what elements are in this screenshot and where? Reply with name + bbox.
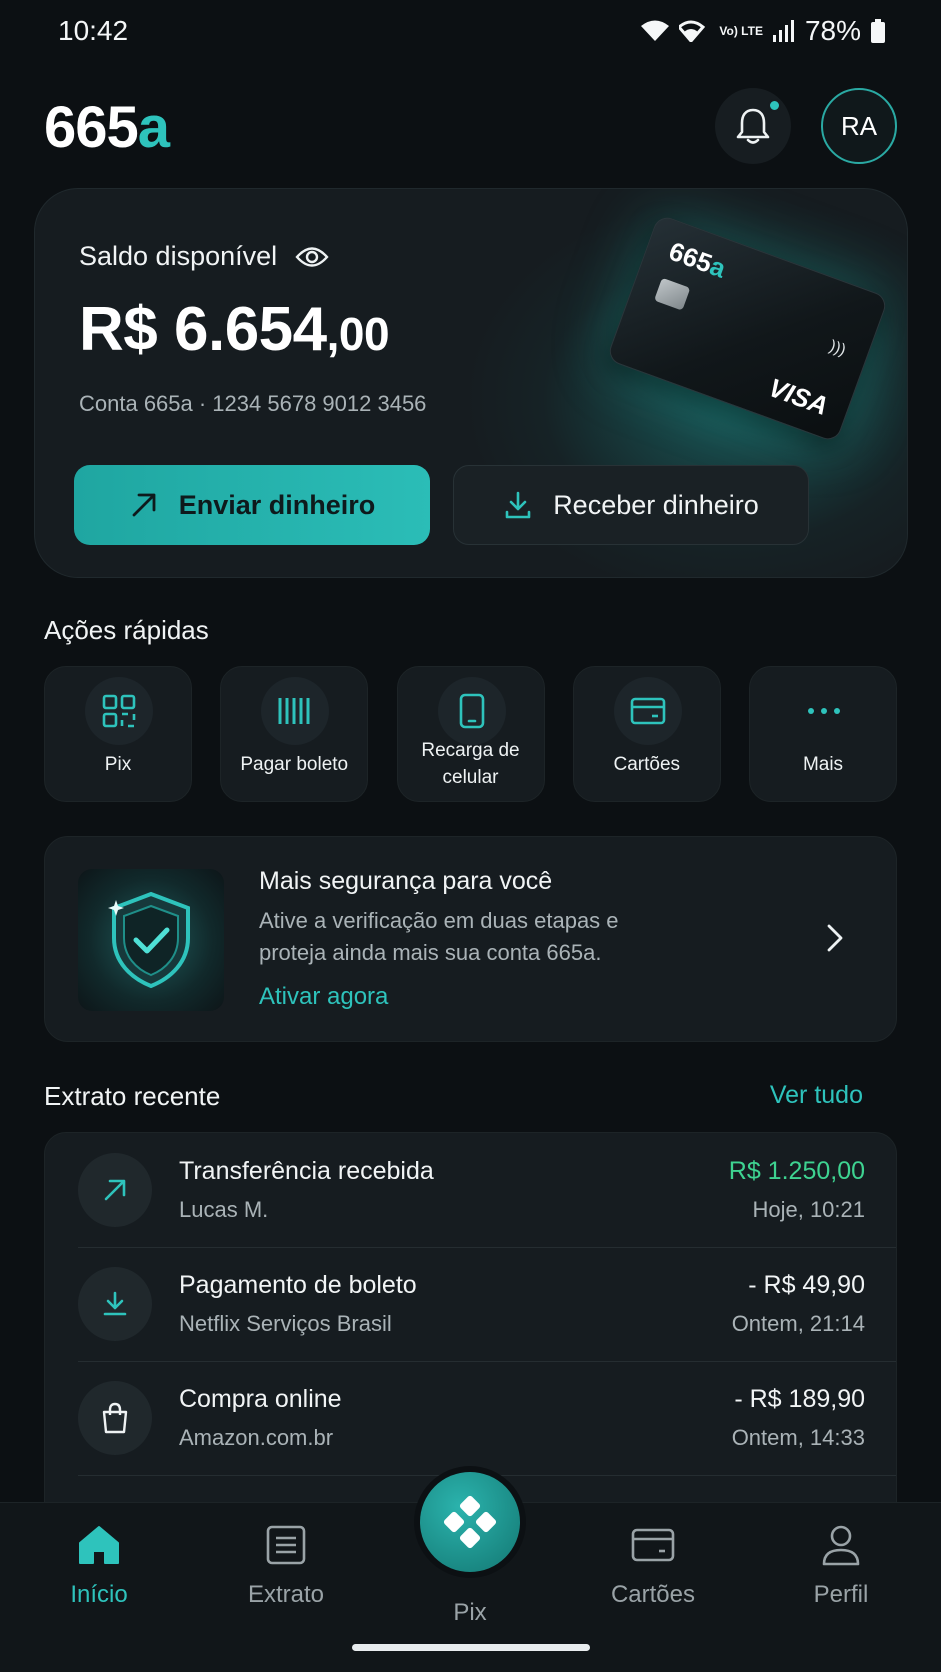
notifications-button[interactable]: [715, 88, 791, 164]
card-icon: [613, 677, 682, 745]
see-all-link[interactable]: Ver tudo: [770, 1081, 863, 1110]
user-icon: [766, 1521, 916, 1569]
chevron-right-icon[interactable]: [826, 923, 844, 953]
nav-item-home[interactable]: Início: [24, 1521, 174, 1609]
notification-dot: [768, 99, 781, 112]
quick-action-more[interactable]: Mais: [749, 666, 897, 802]
balance-amount: R$ 6.654,00: [79, 295, 390, 364]
more-icon: [790, 677, 858, 745]
avatar[interactable]: RA: [821, 88, 897, 164]
transaction-amount: - R$ 189,90: [734, 1385, 865, 1413]
download-icon: [505, 491, 531, 519]
nav-label: Início: [70, 1581, 128, 1608]
nav-label: Pix: [453, 1599, 487, 1626]
top-bar: 665a RA: [44, 88, 897, 166]
nav-label: Extrato: [247, 1581, 325, 1608]
qr-code-icon: [85, 677, 153, 745]
transaction-title: Pagamento de boleto: [179, 1271, 417, 1299]
transaction-subtitle: Amazon.com.br: [179, 1425, 334, 1450]
battery-percent: 78%: [804, 15, 861, 46]
battery-icon: [871, 19, 885, 43]
card-logo: 665a: [665, 235, 730, 284]
transaction-title: Compra online: [179, 1385, 342, 1413]
statement-title: Extrato recente: [44, 1081, 221, 1111]
quick-action-pix[interactable]: Pix: [44, 666, 192, 802]
activate-now-link[interactable]: Ativar agora: [259, 983, 388, 1011]
nav-item-statement[interactable]: Extrato: [211, 1521, 361, 1609]
statement-list: Transferência recebida Lucas M. R$ 1.250…: [44, 1132, 897, 1512]
quick-action-label: Mais: [802, 754, 844, 775]
receive-money-button[interactable]: Receber dinheiro: [453, 465, 809, 545]
card-illustration: 665a ))) VISA: [605, 213, 890, 444]
send-money-button[interactable]: Enviar dinheiro: [74, 465, 430, 545]
balance-label: Saldo disponível: [79, 241, 278, 271]
transaction-amount: R$ 1.250,00: [728, 1157, 865, 1185]
phone-icon: [437, 677, 506, 745]
list-item[interactable]: Pagamento de boleto Netflix Serviços Bra…: [45, 1247, 896, 1361]
receive-money-label: Receber dinheiro: [553, 489, 759, 520]
nav-label: Cartões: [610, 1581, 696, 1608]
card-brand: VISA: [764, 372, 833, 422]
app-logo: 665a: [44, 95, 170, 160]
quick-action-pay-bill[interactable]: Pagar boleto: [220, 666, 369, 802]
home-icon: [24, 1521, 174, 1569]
nav-item-cards[interactable]: Cartões: [578, 1521, 728, 1609]
status-icons: Vo) LTE 78%: [641, 15, 885, 47]
nav-item-profile[interactable]: Perfil: [766, 1521, 916, 1609]
list-icon: [211, 1521, 361, 1569]
account-number: Conta 665a · 1234 5678 9012 3456: [79, 391, 427, 416]
quick-action-label: Pix: [104, 754, 132, 775]
quick-action-label: Recarga de celular: [421, 740, 520, 788]
transaction-time: Hoje, 10:21: [752, 1197, 865, 1222]
quick-action-phone-recharge[interactable]: Recarga de celular: [396, 666, 545, 802]
pix-fab-button[interactable]: [420, 1472, 520, 1572]
transaction-amount: - R$ 49,90: [748, 1271, 865, 1299]
balance-label-row: Saldo disponível: [79, 241, 329, 272]
nav-label: Perfil: [813, 1581, 869, 1608]
shopping-bag-icon: [78, 1381, 152, 1455]
transaction-time: Ontem, 21:14: [731, 1311, 865, 1336]
shield-icon: [78, 869, 224, 1011]
list-item[interactable]: Compra online Amazon.com.br - R$ 189,90 …: [45, 1361, 896, 1475]
pix-icon: [443, 1495, 497, 1549]
list-item[interactable]: Transferência recebida Lucas M. R$ 1.250…: [45, 1133, 896, 1247]
wifi-calling-icon: [679, 20, 706, 42]
status-bar: 10:42 Vo) LTE 78%: [0, 0, 941, 62]
eye-icon[interactable]: [295, 246, 329, 268]
quick-actions-title: Ações rápidas: [44, 615, 209, 645]
quick-action-cards[interactable]: Cartões: [572, 666, 721, 802]
quick-actions: Pix Pagar boleto Recarga de celular Cart…: [44, 666, 897, 802]
wifi-icon: [641, 20, 670, 41]
nav-item-pix[interactable]: Pix: [395, 1599, 545, 1627]
signal-icon: [772, 20, 794, 42]
balance-card: Saldo disponível R$ 6.654,00 Conta 665a …: [34, 188, 908, 578]
status-time: 10:42: [58, 15, 129, 46]
download-icon: [78, 1267, 152, 1341]
arrow-up-right-icon: [78, 1153, 152, 1227]
volte-indicator: Vo) LTE: [719, 24, 763, 38]
contactless-icon: ))): [827, 337, 849, 360]
card-icon: [578, 1521, 728, 1569]
transaction-title: Transferência recebida: [179, 1157, 434, 1185]
card-chip: [653, 277, 691, 311]
send-money-label: Enviar dinheiro: [178, 489, 376, 520]
security-description: Ative a verificação em duas etapas e pro…: [259, 908, 619, 965]
home-indicator[interactable]: [352, 1644, 590, 1651]
transaction-subtitle: Lucas M.: [179, 1197, 269, 1222]
arrow-up-right-icon: [132, 493, 156, 517]
quick-action-label: Cartões: [613, 754, 681, 775]
quick-action-label: Pagar boleto: [240, 754, 349, 775]
barcode-icon: [261, 677, 330, 745]
security-title: Mais segurança para você: [259, 867, 553, 895]
transaction-subtitle: Netflix Serviços Brasil: [179, 1311, 392, 1336]
transaction-time: Ontem, 14:33: [731, 1425, 865, 1450]
bell-icon: [736, 108, 770, 144]
security-banner[interactable]: Mais segurança para você Ative a verific…: [44, 836, 897, 1042]
